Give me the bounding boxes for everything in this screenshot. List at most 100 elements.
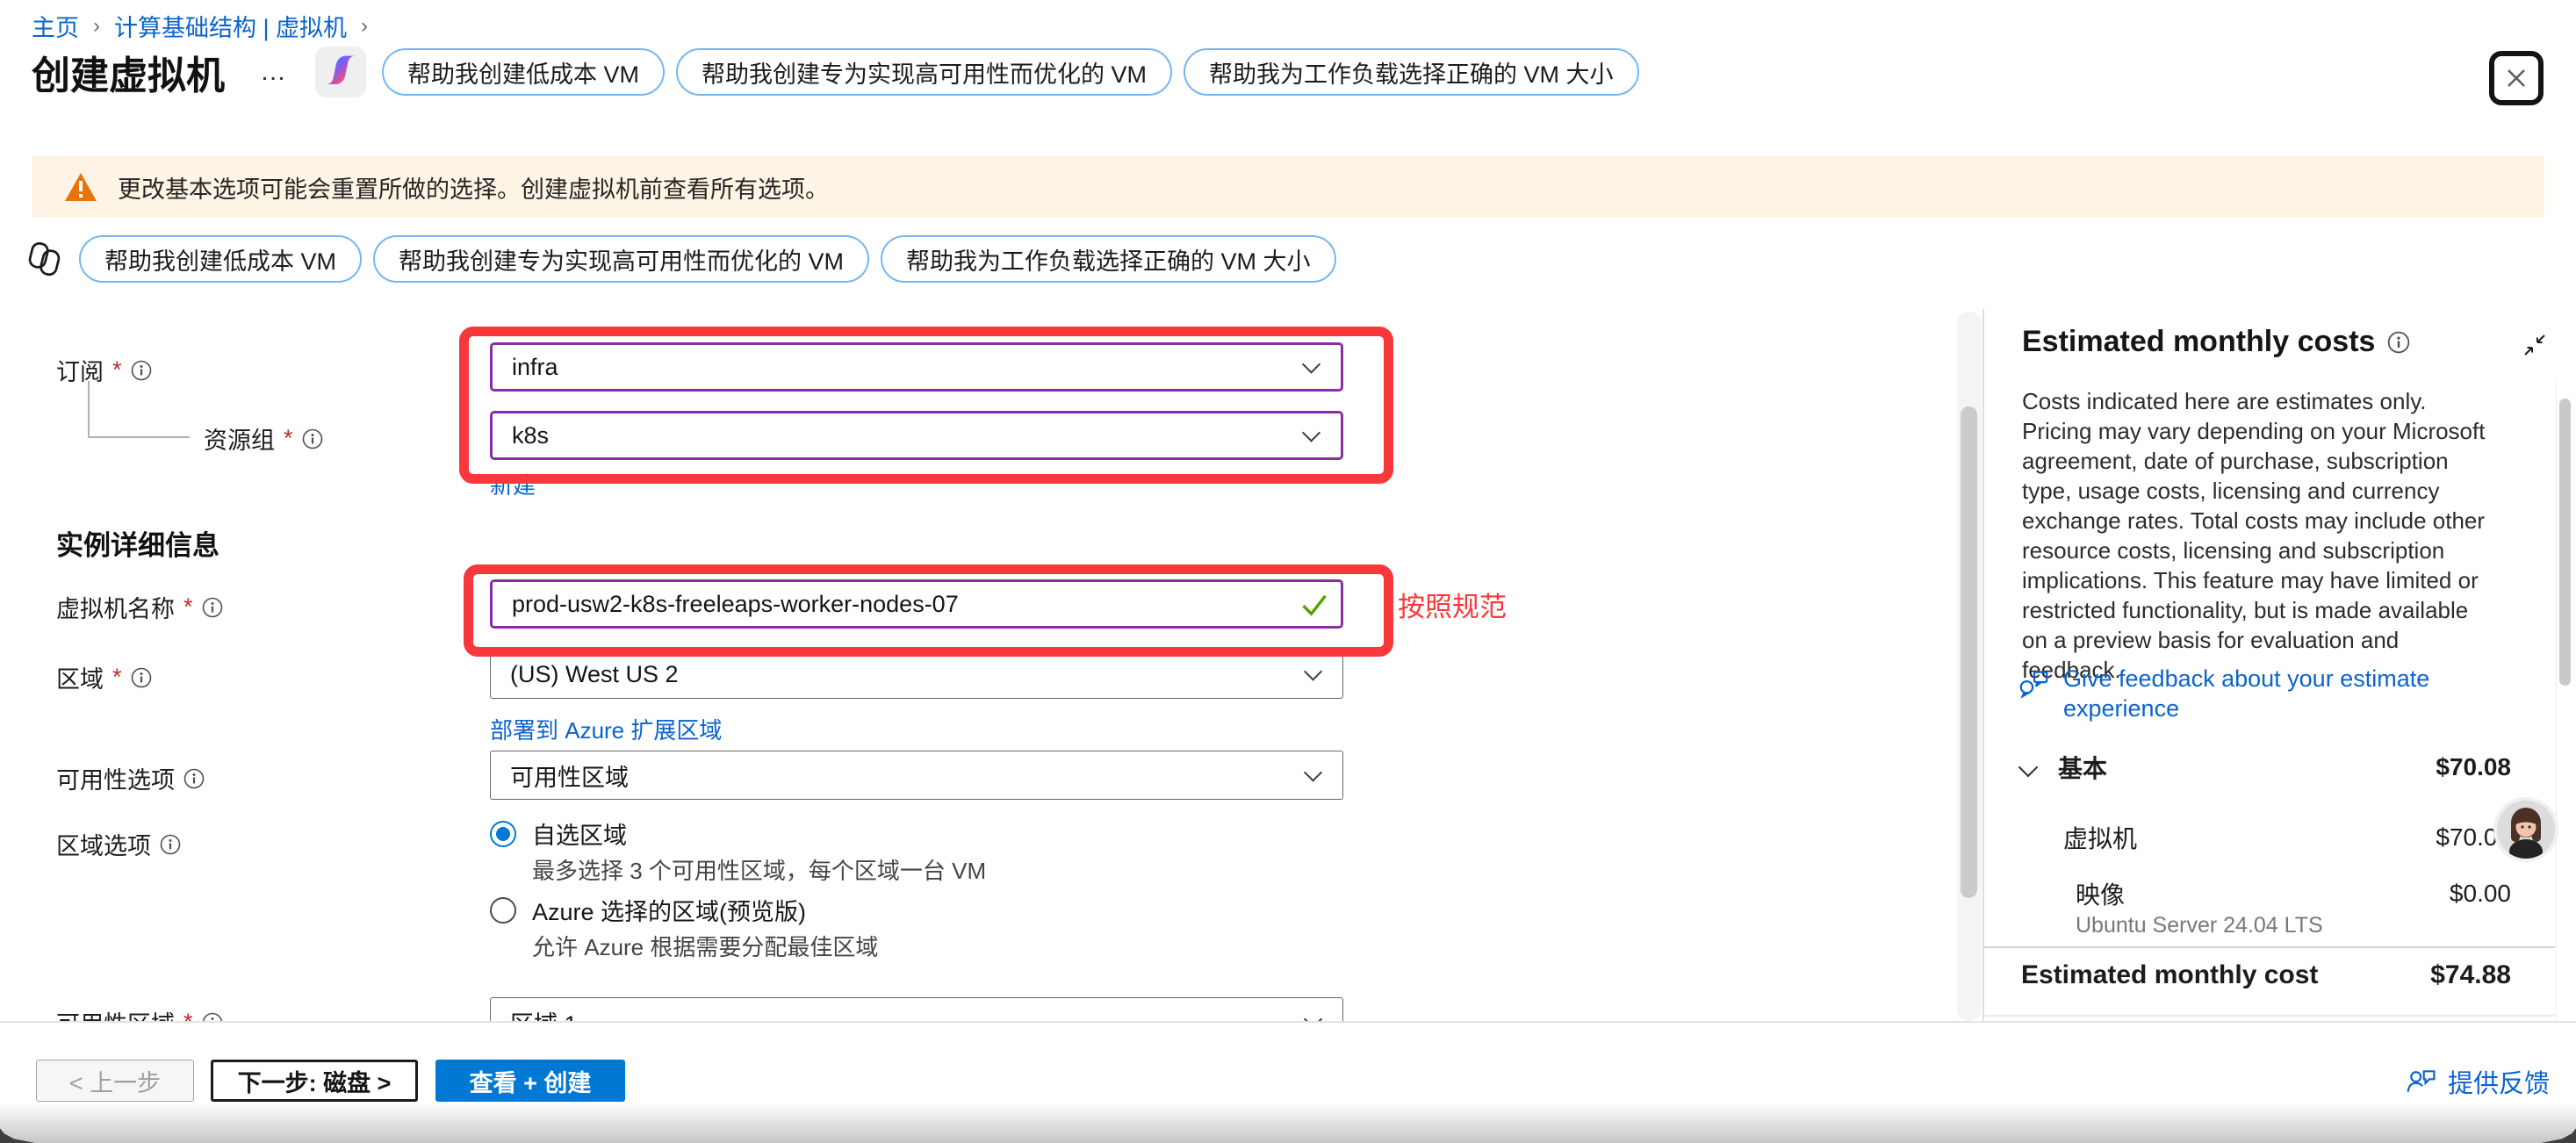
instance-details-heading: 实例详细信息 — [56, 523, 219, 563]
info-icon[interactable] — [202, 1012, 223, 1022]
scrollbar-thumb[interactable] — [1961, 406, 1977, 898]
cost-item-subtitle: Ubuntu Server 24.04 LTS — [2076, 913, 2323, 938]
cost-item-row: 虚拟机 $70.08 — [2021, 820, 2511, 855]
divider — [1984, 946, 2555, 948]
info-icon[interactable] — [2387, 331, 2410, 354]
radio-selected-icon[interactable] — [490, 821, 516, 847]
resource-group-label: 资源组* — [204, 421, 323, 456]
tree-connector — [88, 381, 90, 437]
previous-button[interactable]: < 上一步 — [36, 1060, 194, 1102]
cost-group-label: 基本 — [2058, 750, 2107, 785]
availability-zone-dropdown[interactable]: 区域 1 — [490, 997, 1343, 1021]
copilot-suggestion-high-availability[interactable]: 帮助我创建专为实现高可用性而优化的 VM — [373, 235, 869, 283]
create-new-resource-group-link[interactable]: 新建 — [490, 468, 536, 500]
copilot-suggestion-high-availability[interactable]: 帮助我创建专为实现高可用性而优化的 VM — [676, 48, 1172, 96]
subscription-dropdown[interactable]: infra — [490, 342, 1343, 392]
info-icon[interactable] — [302, 428, 323, 449]
footer-bar: < 上一步 下一步: 磁盘 > 查看 + 创建 提供反馈 — [0, 1021, 2576, 1105]
subscription-label: 订阅* — [56, 353, 152, 387]
vm-name-input[interactable] — [490, 579, 1343, 629]
annotation-note: 按照规范 — [1398, 585, 1507, 624]
warning-icon — [65, 173, 97, 201]
assistant-avatar[interactable] — [2493, 797, 2558, 862]
cost-total-label: Estimated monthly cost — [2021, 960, 2318, 990]
create-vm-page: 主页 › 计算基础结构 | 虚拟机 › 创建虚拟机 … 帮助我创建低成本 VM … — [0, 0, 2576, 1143]
review-create-button[interactable]: 查看 + 创建 — [435, 1060, 625, 1102]
warning-text: 更改基本选项可能会重置所做的选择。创建虚拟机前查看所有选项。 — [118, 170, 829, 205]
valid-check-icon — [1299, 590, 1329, 620]
basics-form: 订阅* infra 资源组* k8s 新建 实例详细信息 虚拟机名称* — [0, 307, 1958, 1021]
zone-options-label: 区域选项 — [56, 827, 181, 861]
region-dropdown[interactable]: (US) West US 2 — [490, 650, 1343, 699]
scrollbar-thumb[interactable] — [2559, 399, 2571, 686]
window-bottom-edge — [0, 1103, 2576, 1143]
chevron-down-icon — [1302, 423, 1320, 442]
chevron-down-icon — [1304, 1010, 1322, 1021]
feedback-person-icon — [2406, 1066, 2437, 1097]
estimate-feedback-link[interactable]: Give feedback about your estimate experi… — [2018, 664, 2467, 723]
more-options-button[interactable]: … — [260, 57, 289, 87]
costs-panel-title: Estimated monthly costs — [2022, 325, 2375, 359]
breadcrumb-separator-icon: › — [361, 14, 368, 39]
copilot-suggestion-right-size[interactable]: 帮助我为工作负载选择正确的 VM 大小 — [1184, 48, 1639, 96]
extended-zones-link[interactable]: 部署到 Azure 扩展区域 — [490, 713, 722, 745]
copilot-suggestion-low-cost[interactable]: 帮助我创建低成本 VM — [382, 48, 665, 96]
copilot-suggestion-low-cost[interactable]: 帮助我创建低成本 VM — [79, 235, 362, 283]
zone-option-self-select-desc: 最多选择 3 个可用性区域，每个区域一台 VM — [532, 853, 986, 886]
cost-item-amount: $0.00 — [2450, 880, 2511, 908]
collapse-panel-button[interactable] — [2522, 332, 2548, 363]
chevron-down-icon[interactable] — [2018, 758, 2039, 778]
availability-options-dropdown[interactable]: 可用性区域 — [490, 751, 1343, 800]
costs-disclaimer: Costs indicated here are estimates only.… — [2022, 386, 2486, 685]
avatar-image — [2493, 797, 2558, 862]
close-icon — [2503, 65, 2529, 91]
divider — [1984, 1015, 2555, 1017]
cost-total-row: Estimated monthly cost $74.88 — [2021, 960, 2511, 990]
costs-panel-header: Estimated monthly costs — [2022, 325, 2410, 359]
panel-scrollbar[interactable] — [2556, 377, 2572, 1021]
copilot-outline-icon — [25, 239, 65, 279]
breadcrumb-home[interactable]: 主页 — [32, 9, 79, 43]
tree-connector — [88, 436, 190, 438]
give-feedback-link[interactable]: 提供反馈 — [2406, 1063, 2550, 1100]
cost-group-amount: $70.08 — [2436, 753, 2511, 781]
cost-item-label: 映像 — [2076, 876, 2125, 911]
copilot-suggestion-row: 帮助我创建低成本 VM 帮助我创建专为实现高可用性而优化的 VM 帮助我为工作负… — [25, 235, 1348, 283]
chevron-down-icon — [1304, 763, 1322, 781]
resource-group-dropdown[interactable]: k8s — [490, 411, 1343, 460]
close-button[interactable] — [2489, 51, 2544, 105]
breadcrumb: 主页 › 计算基础结构 | 虚拟机 › — [32, 9, 368, 43]
breadcrumb-current[interactable]: 计算基础结构 | 虚拟机 — [114, 9, 347, 43]
estimated-costs-panel: Estimated monthly costs Costs indicated … — [1984, 307, 2576, 1021]
info-icon[interactable] — [131, 360, 152, 381]
availability-options-label: 可用性选项 — [56, 761, 205, 795]
cost-item-row: 映像 $0.00 — [2021, 876, 2511, 911]
zone-option-azure-select-desc: 允许 Azure 根据需要分配最佳区域 — [532, 930, 878, 962]
window-corner — [0, 1122, 35, 1143]
cost-group-row: 基本 $70.08 — [2021, 750, 2511, 785]
next-disks-button[interactable]: 下一步: 磁盘 > — [211, 1060, 418, 1102]
form-scrollbar[interactable] — [1957, 312, 1982, 1021]
info-icon[interactable] — [160, 834, 181, 855]
info-icon[interactable] — [131, 667, 152, 688]
cost-item-label: 虚拟机 — [2063, 820, 2137, 855]
zone-option-azure-select[interactable]: Azure 选择的区域(预览版) — [490, 893, 806, 927]
collapse-icon — [2522, 332, 2548, 358]
feedback-bubbles-icon — [2018, 664, 2051, 702]
info-icon[interactable] — [183, 768, 205, 789]
info-icon[interactable] — [202, 597, 223, 618]
radio-unselected-icon[interactable] — [490, 897, 516, 924]
page-header: 创建虚拟机 … 帮助我创建低成本 VM 帮助我创建专为实现高可用性而优化的 VM… — [32, 44, 1651, 100]
page-title: 创建虚拟机 — [32, 44, 225, 100]
region-label: 区域* — [56, 660, 152, 694]
availability-zone-label: 可用性区域* — [56, 1005, 223, 1021]
copilot-suggestion-right-size[interactable]: 帮助我为工作负载选择正确的 VM 大小 — [881, 235, 1336, 283]
warning-banner: 更改基本选项可能会重置所做的选择。创建虚拟机前查看所有选项。 — [32, 156, 2544, 218]
chevron-down-icon — [1304, 662, 1322, 680]
vm-name-label: 虚拟机名称* — [56, 590, 223, 624]
copilot-button[interactable] — [315, 47, 366, 97]
window-corner — [2541, 1122, 2576, 1143]
zone-option-self-select[interactable]: 自选区域 — [490, 816, 627, 851]
cost-total-amount: $74.88 — [2430, 960, 2511, 990]
copilot-icon — [322, 54, 359, 90]
